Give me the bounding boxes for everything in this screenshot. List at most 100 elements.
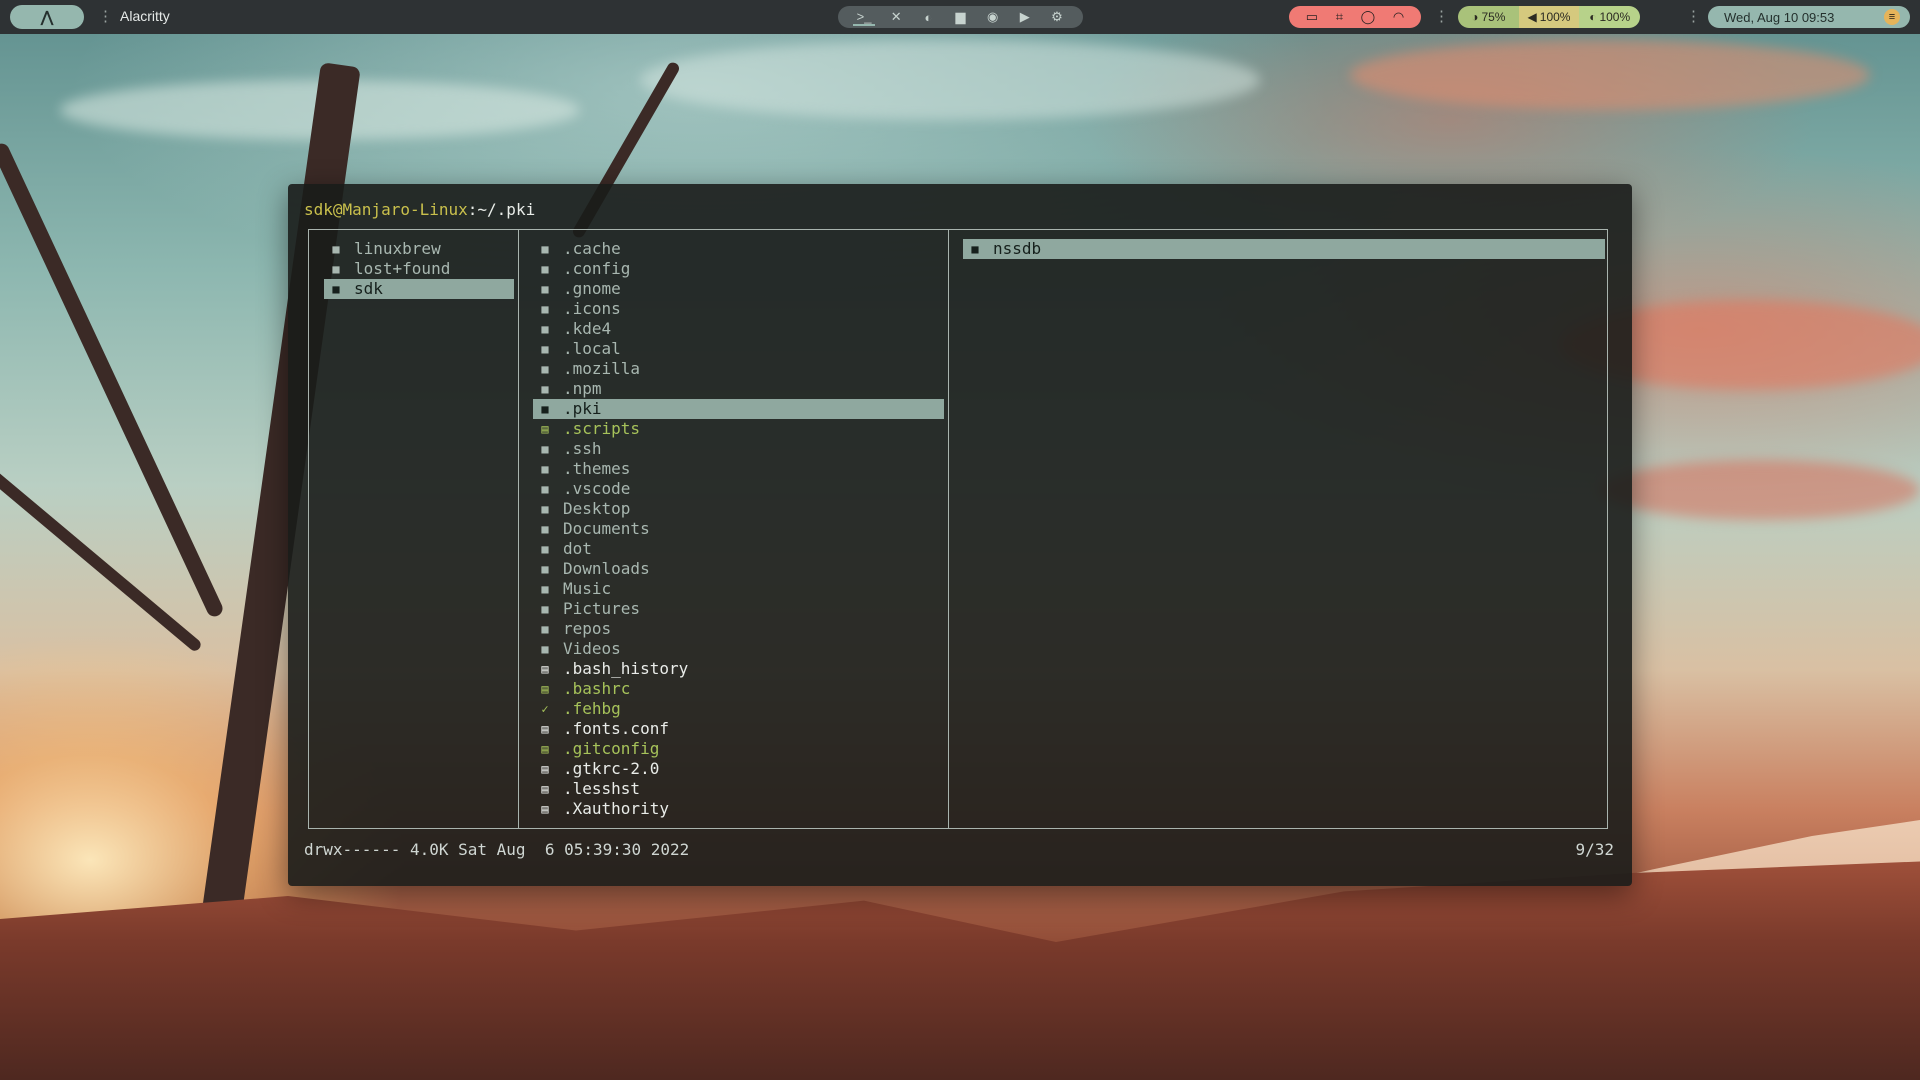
directory-entry[interactable]: ■ Desktop: [533, 499, 944, 519]
folder-icon: ■: [541, 282, 549, 296]
system-tray: ▭ ⌗ ◯ ◠: [1289, 6, 1421, 28]
file-entry[interactable]: ▤ .scripts: [533, 419, 944, 439]
folder-icon: ■: [541, 482, 549, 496]
directory-entry[interactable]: ■ Downloads: [533, 559, 944, 579]
entry-name: .fehbg: [563, 699, 621, 718]
file-entry[interactable]: ▤ .lesshst: [533, 779, 944, 799]
top-panel: ⋀ ⋮ Alacritty >_ ✕ ◐ ▆ ◉ ▶ ⚙ ▭ ⌗ ◯ ◠ ⋮ ◑…: [0, 0, 1920, 34]
folder-icon: ■: [541, 382, 549, 396]
folder-icon: ■: [541, 582, 549, 596]
entry-name: .themes: [563, 459, 631, 478]
entry-name: dot: [563, 539, 592, 558]
folder-icon: ■: [332, 242, 340, 256]
folder-icon: ■: [332, 262, 340, 276]
directory-entry[interactable]: ■ Music: [533, 579, 944, 599]
directory-entry[interactable]: ■ .config: [533, 259, 944, 279]
directory-entry[interactable]: ■ .icons: [533, 299, 944, 319]
entry-name: .vscode: [563, 479, 631, 498]
app-menu-button[interactable]: ⋀: [10, 5, 84, 29]
entry-name: Pictures: [563, 599, 641, 618]
file-icon: ▤: [541, 662, 549, 676]
terminal-window[interactable]: sdk@Manjaro-Linux:~/.pki ■ linuxbrew ■ lost…: [288, 184, 1632, 886]
folder-icon: ■: [541, 502, 549, 516]
check-icon: ✓: [541, 702, 549, 716]
entry-name: .gitconfig: [563, 739, 660, 758]
file-entry[interactable]: ▤ .gitconfig: [533, 739, 944, 759]
prompt-path: ~/.pki: [477, 200, 536, 219]
tray-menu-dots-icon[interactable]: ⋮: [1434, 7, 1449, 27]
file-entry[interactable]: ▤ .gtkrc-2.0: [533, 759, 944, 779]
record-icon[interactable]: ◯: [1361, 9, 1376, 25]
directory-entry[interactable]: ■ .ssh: [533, 439, 944, 459]
directory-entry[interactable]: ■ lost+found: [324, 259, 514, 279]
directory-entry[interactable]: ■ .gnome: [533, 279, 944, 299]
directory-entry[interactable]: ■ .cache: [533, 239, 944, 259]
settings-icon[interactable]: ⚙: [1046, 9, 1068, 25]
directory-entry[interactable]: ■ .themes: [533, 459, 944, 479]
directory-entry[interactable]: ■ sdk: [324, 279, 514, 299]
folder-icon: ■: [541, 322, 549, 336]
directory-entry[interactable]: ■ .mozilla: [533, 359, 944, 379]
directory-entry[interactable]: ■ .kde4: [533, 319, 944, 339]
entry-name: .gnome: [563, 279, 621, 298]
file-icon: ▤: [541, 802, 549, 816]
spotify-icon[interactable]: ◉: [982, 9, 1004, 25]
file-icon: ▤: [541, 782, 549, 796]
entry-name: .bashrc: [563, 679, 631, 698]
directory-entry[interactable]: ■ nssdb: [963, 239, 1605, 259]
entry-name: lost+found: [354, 259, 451, 278]
directory-entry[interactable]: ■ dot: [533, 539, 944, 559]
volume-indicator[interactable]: ◀ 100%: [1518, 6, 1580, 28]
arch-logo-icon: ⋀: [40, 9, 54, 26]
camera-icon[interactable]: ▶: [1014, 9, 1036, 25]
folder-icon: ■: [541, 522, 549, 536]
hamburger-menu-icon[interactable]: ≡: [1884, 9, 1900, 25]
clock-widget[interactable]: Wed, Aug 10 09:53 ≡: [1708, 6, 1910, 28]
directory-entry[interactable]: ■ .npm: [533, 379, 944, 399]
directory-entry[interactable]: ■ Videos: [533, 639, 944, 659]
entry-name: .Xauthority: [563, 799, 669, 818]
directory-entry[interactable]: ■ repos: [533, 619, 944, 639]
folder-icon: ■: [541, 262, 549, 276]
clock-text: Wed, Aug 10 09:53: [1724, 9, 1835, 25]
firefox-icon[interactable]: ◐: [917, 10, 939, 25]
status-indicators: ◑ 75% ◀ 100% ◐ 100%: [1458, 6, 1640, 28]
file-entry[interactable]: ▤ .fonts.conf: [533, 719, 944, 739]
file-manager-panes: ■ linuxbrew ■ lost+found ■ sdk ■ .cache ■ .confi…: [308, 229, 1608, 829]
directory-entry[interactable]: ■ .local: [533, 339, 944, 359]
entry-name: Documents: [563, 519, 650, 538]
vscode-icon[interactable]: ✕: [885, 9, 907, 25]
folder-icon: ■: [541, 242, 549, 256]
battery-indicator[interactable]: ◑ 75%: [1458, 6, 1519, 28]
monitor-icon[interactable]: ▭: [1306, 9, 1318, 25]
folder-icon: ■: [332, 282, 340, 296]
file-entry[interactable]: ▤ .bash_history: [533, 659, 944, 679]
active-window-title: Alacritty: [120, 8, 170, 24]
entry-name: Desktop: [563, 499, 631, 518]
app-dock: >_ ✕ ◐ ▆ ◉ ▶ ⚙: [838, 6, 1083, 28]
directory-entry[interactable]: ■ .vscode: [533, 479, 944, 499]
terminal-icon[interactable]: >_: [853, 9, 876, 26]
entry-name: .npm: [563, 379, 602, 398]
directory-entry[interactable]: ■ .pki: [533, 399, 944, 419]
directory-entry[interactable]: ■ Pictures: [533, 599, 944, 619]
folder-icon: ■: [541, 622, 549, 636]
file-entry[interactable]: ✓ .fehbg: [533, 699, 944, 719]
entry-name: .lesshst: [563, 779, 641, 798]
current-directory-pane: ■ .cache ■ .config ■ .gnome ■ .icons ■ .kde4 ■ .loc…: [519, 230, 949, 828]
file-icon: ▤: [541, 722, 549, 736]
folder-icon: ■: [541, 542, 549, 556]
file-entry[interactable]: ▤ .Xauthority: [533, 799, 944, 819]
brightness-indicator[interactable]: ◐ 100%: [1579, 6, 1640, 28]
panel-menu-dots-icon[interactable]: ⋮: [98, 7, 113, 27]
entry-name: repos: [563, 619, 612, 638]
directory-entry[interactable]: ■ Documents: [533, 519, 944, 539]
status-menu-dots-icon[interactable]: ⋮: [1686, 7, 1701, 27]
brightness-icon: ◐: [1589, 10, 1597, 24]
folder-icon: ■: [541, 302, 549, 316]
crop-icon[interactable]: ⌗: [1336, 9, 1343, 25]
directory-entry[interactable]: ■ linuxbrew: [324, 239, 514, 259]
file-entry[interactable]: ▤ .bashrc: [533, 679, 944, 699]
wifi-icon[interactable]: ◠: [1393, 9, 1404, 25]
files-icon[interactable]: ▆: [949, 9, 971, 25]
